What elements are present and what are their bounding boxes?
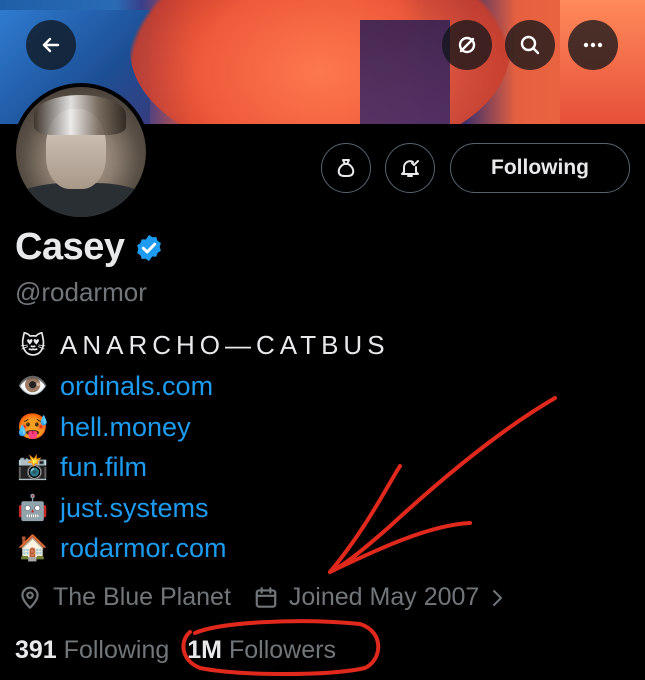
- username-handle: @rodarmor: [15, 277, 147, 307]
- house-icon: 🏠: [17, 534, 49, 562]
- bio-link[interactable]: just.systems: [60, 493, 209, 524]
- annotation-stroke: [328, 396, 557, 574]
- avatar-image: [16, 87, 146, 217]
- more-button[interactable]: [568, 20, 618, 70]
- joined-date[interactable]: Joined May 2007: [289, 583, 479, 612]
- search-icon: [520, 35, 540, 55]
- profile-meta: The Blue Planet Joined May 2007: [17, 583, 509, 612]
- money-bag-icon: [337, 159, 355, 177]
- bio-link[interactable]: hell.money: [60, 412, 191, 443]
- heart-eyes-cat-icon: 😻: [19, 331, 47, 360]
- following-label: Following: [63, 636, 170, 664]
- bio-line: 🤖 just.systems: [17, 493, 209, 524]
- location-text: The Blue Planet: [53, 583, 231, 611]
- banner-shape: [360, 20, 450, 124]
- notify-button[interactable]: [385, 143, 435, 193]
- eye-icon: 👁️: [17, 372, 49, 400]
- avatar[interactable]: [12, 83, 150, 221]
- chevron-right-icon[interactable]: [485, 586, 509, 610]
- profile-name-row: Casey: [15, 226, 164, 269]
- verified-badge-icon[interactable]: [134, 233, 164, 263]
- camera-flash-icon: 📸: [17, 453, 49, 481]
- search-button[interactable]: [505, 20, 555, 70]
- bio-text: ANARCHO—CATBUS: [60, 330, 390, 360]
- arrow-left-icon: [42, 37, 60, 53]
- bell-check-icon: [401, 160, 419, 177]
- eye-slash-icon: [458, 36, 476, 54]
- bio-link[interactable]: rodarmor.com: [60, 533, 227, 564]
- hide-button[interactable]: [442, 20, 492, 70]
- bio-link[interactable]: ordinals.com: [60, 371, 213, 402]
- follow-stats: 391 Following 1M Followers: [15, 636, 336, 665]
- back-button[interactable]: [26, 20, 76, 70]
- tip-button[interactable]: [321, 143, 371, 193]
- annotation-stroke: [328, 464, 402, 574]
- followers-stat[interactable]: 1M Followers: [187, 636, 336, 665]
- avatar-shape: [34, 95, 126, 135]
- annotation-stroke: [328, 521, 472, 574]
- bio-line: 🏠 rodarmor.com: [17, 533, 227, 564]
- following-stat[interactable]: 391 Following: [15, 636, 169, 665]
- location-pin-icon: [21, 586, 39, 609]
- followers-label: Followers: [228, 636, 336, 664]
- calendar-icon: [255, 586, 277, 608]
- bio-line: 🥵 hell.money: [17, 412, 191, 443]
- bio-line: 😻 ANARCHO—CATBUS: [17, 330, 390, 361]
- bio-line: 📸 fun.film: [17, 452, 147, 483]
- following-button[interactable]: Following: [450, 143, 630, 193]
- following-count: 391: [15, 636, 57, 664]
- robot-icon: 🤖: [17, 494, 49, 522]
- ellipsis-icon: [583, 42, 603, 48]
- followers-count: 1M: [187, 636, 223, 664]
- bio-line: 👁️ ordinals.com: [17, 371, 213, 402]
- display-name: Casey: [15, 226, 125, 268]
- bio-link[interactable]: fun.film: [60, 452, 147, 483]
- hot-face-icon: 🥵: [17, 413, 49, 441]
